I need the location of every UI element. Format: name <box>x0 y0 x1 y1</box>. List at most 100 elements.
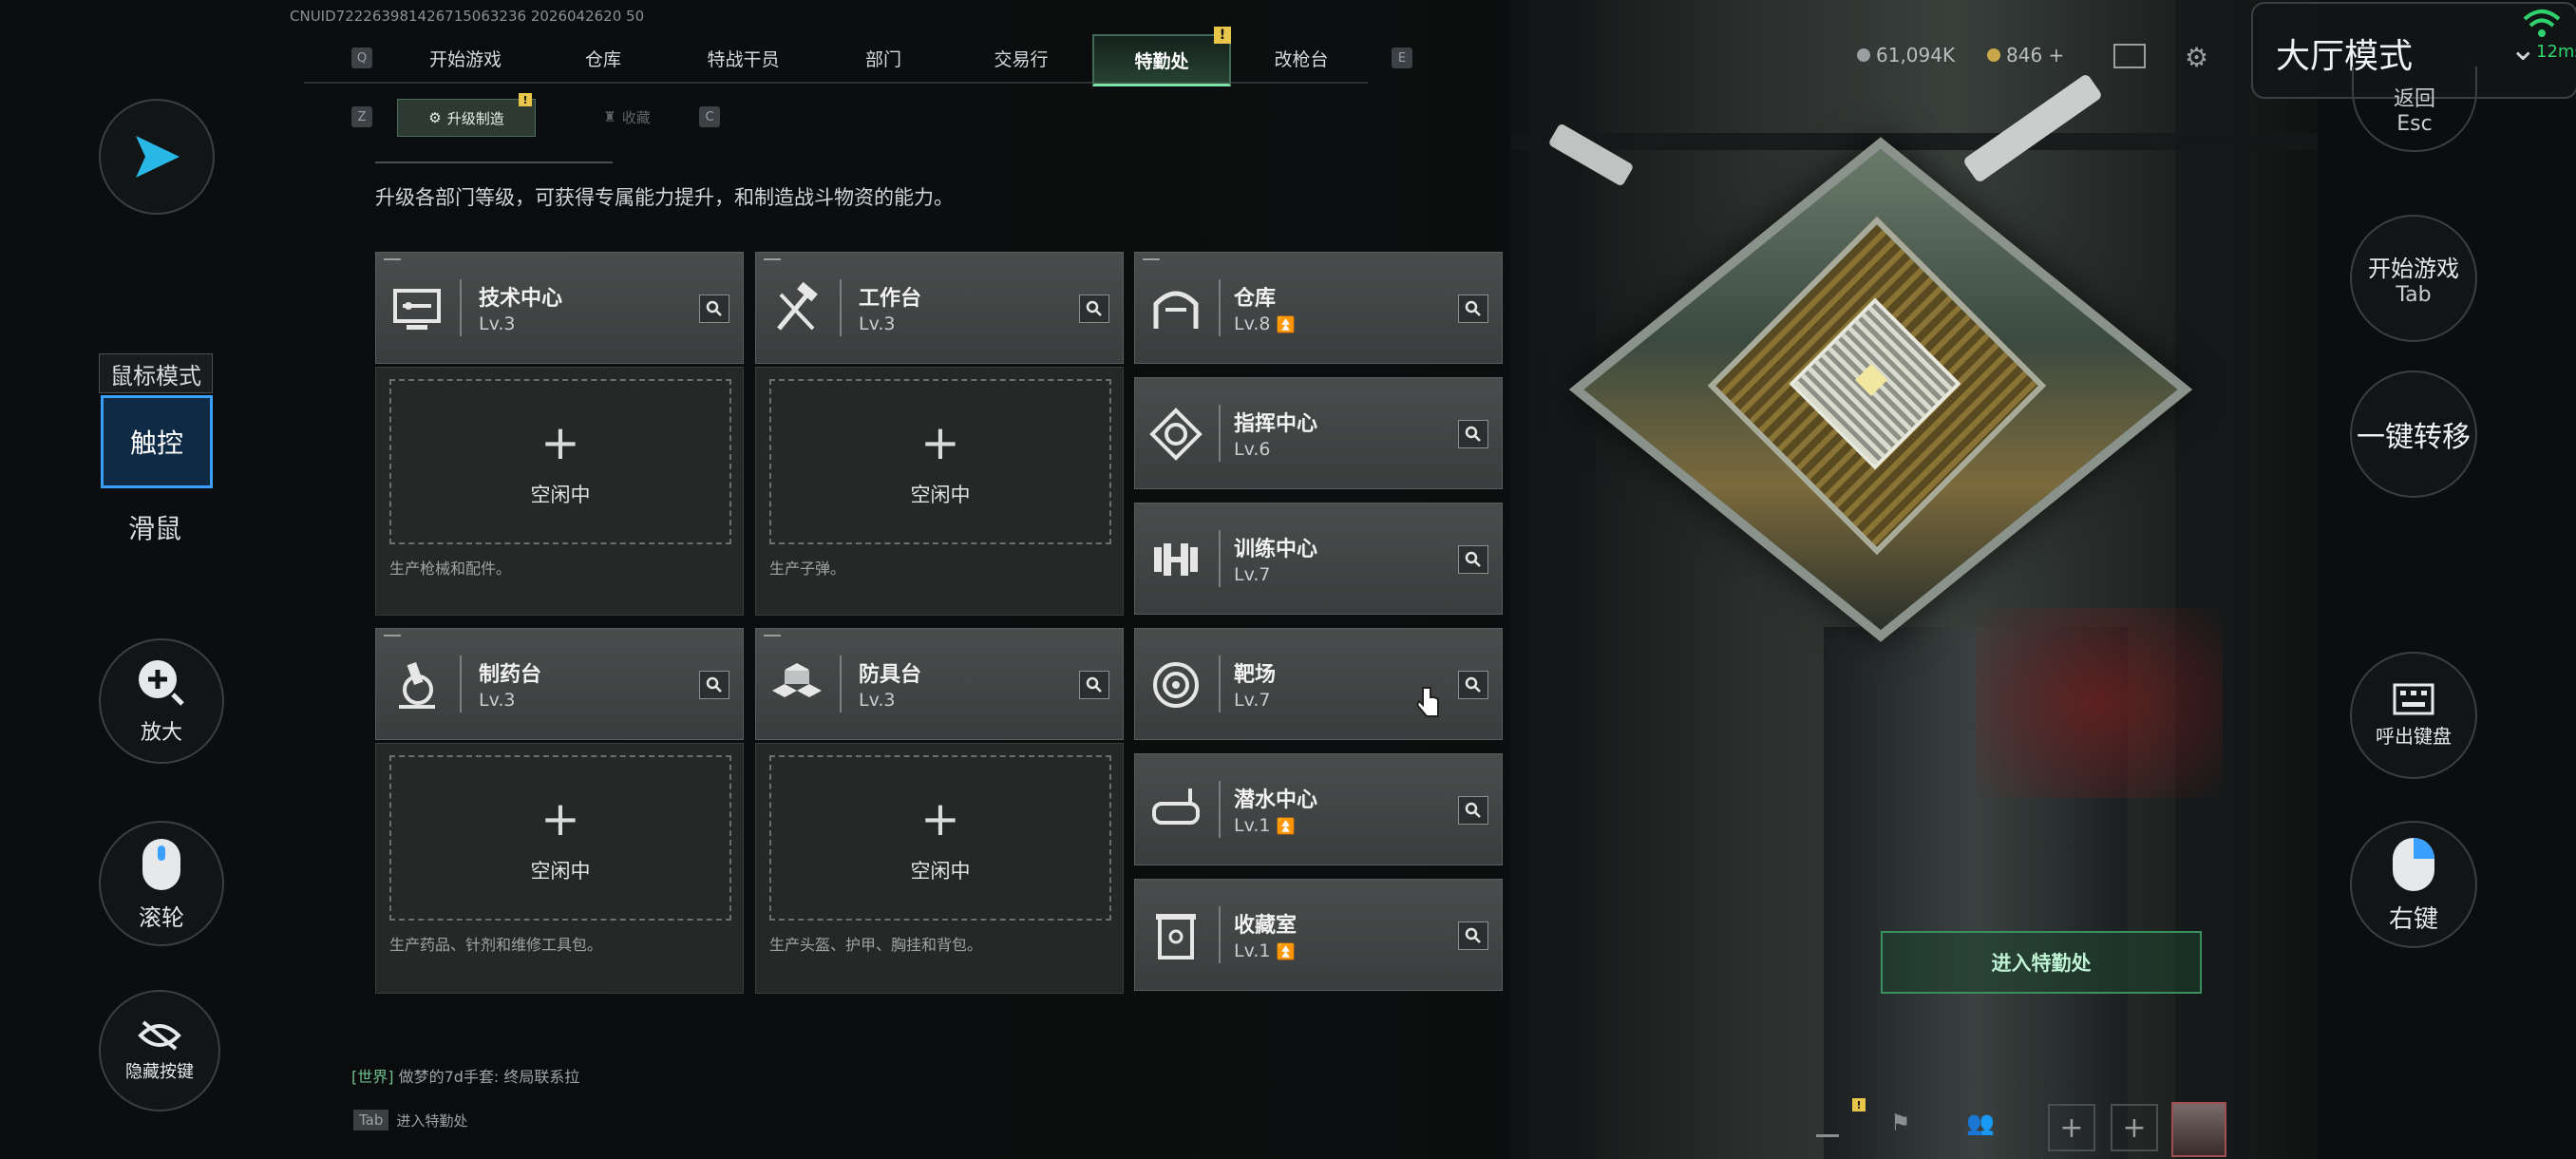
search-icon[interactable] <box>699 294 729 323</box>
touch-mode-button[interactable]: 触控 <box>101 395 213 488</box>
search-icon[interactable] <box>1458 294 1488 323</box>
bottom-hint[interactable]: Tab 进入特勤处 <box>353 1110 467 1130</box>
card-armor[interactable]: 防具台 Lv.3 <box>755 628 1124 740</box>
card-command-center[interactable]: 指挥中心 Lv.6 <box>1134 377 1503 489</box>
hide-keys-button[interactable]: 隐藏按键 <box>99 990 220 1112</box>
card-level: Lv.3 <box>479 690 516 711</box>
tab-operators[interactable]: 特战干员 <box>674 34 812 82</box>
tab-department[interactable]: 部门 <box>817 34 950 82</box>
tab-warehouse[interactable]: 仓库 <box>537 34 670 82</box>
search-icon[interactable] <box>1458 545 1488 574</box>
tab-special-ops[interactable]: 特勤处 <box>1092 34 1231 86</box>
card-name: 训练中心 <box>1234 538 1318 561</box>
search-icon[interactable] <box>1458 420 1488 448</box>
search-icon[interactable] <box>1458 671 1488 699</box>
zoom-label: 放大 <box>140 721 182 745</box>
gear-icon: ⚙ <box>428 109 442 126</box>
slot-description: 生产药品、针剂和维修工具包。 <box>389 936 603 954</box>
card-name: 制药台 <box>479 663 542 687</box>
slot-status: 空闲中 <box>910 860 971 883</box>
dumbbell-icon <box>1154 543 1198 576</box>
friends-icon[interactable]: 👥 <box>1966 1110 1995 1136</box>
card-workbench[interactable]: 工作台 Lv.3 <box>755 252 1124 364</box>
add-teammate-button[interactable]: + <box>2048 1104 2095 1151</box>
subtab-upgrade-label: 升级制造 <box>446 109 504 127</box>
tab-gunsmith[interactable]: 改枪台 <box>1235 34 1368 82</box>
enter-special-ops-button[interactable]: 进入特勤处 <box>1881 931 2202 994</box>
subtab-key-right: C <box>699 106 720 127</box>
search-icon[interactable] <box>1458 796 1488 825</box>
currency-gold[interactable]: 846 + <box>1987 44 2064 66</box>
mouse-mode-button[interactable]: 滑鼠 <box>99 504 211 551</box>
zoom-button[interactable]: 放大 <box>99 638 224 764</box>
back-button[interactable]: 返回 Esc <box>2352 66 2477 152</box>
card-name: 工作台 <box>859 287 922 311</box>
card-diving-center[interactable]: 潜水中心 Lv.1 ⏫ <box>1134 753 1503 865</box>
production-slot-workbench[interactable]: + 空闲中 生产子弹。 <box>755 367 1124 616</box>
slot-description: 生产子弹。 <box>769 560 846 578</box>
card-level: Lv.3 <box>479 314 516 334</box>
production-slot-pharmacy[interactable]: + 空闲中 生产药品、针剂和维修工具包。 <box>375 743 744 994</box>
settings-icon[interactable]: ⚙ <box>2185 42 2208 73</box>
card-name: 潜水中心 <box>1234 788 1318 812</box>
avatar[interactable] <box>2171 1102 2226 1157</box>
stats-icon[interactable] <box>1816 1112 1839 1137</box>
keyboard-icon <box>2393 683 2434 714</box>
cubes-icon <box>772 663 822 697</box>
scroll-wheel-button[interactable]: 滚轮 <box>99 821 224 946</box>
keyboard-button[interactable]: 呼出键盘 <box>2350 652 2477 779</box>
card-warehouse[interactable]: 仓库 Lv.8 ⏫ <box>1134 252 1503 364</box>
quick-transfer-button[interactable]: 一键转移 <box>2350 370 2477 498</box>
plus-icon: + <box>540 791 580 846</box>
right-click-button[interactable]: 右键 <box>2350 821 2477 948</box>
search-icon[interactable] <box>1079 671 1109 699</box>
search-icon[interactable] <box>699 671 729 699</box>
tab-market[interactable]: 交易行 <box>950 34 1092 82</box>
tab-key-left: Q <box>351 48 372 68</box>
warehouse-icon <box>1153 291 1199 329</box>
chat-line[interactable]: [世界] 做梦的7d手套: 终局联系拉 <box>351 1064 579 1087</box>
gold-icon <box>1987 48 2000 62</box>
back-key: Esc <box>2396 111 2433 136</box>
card-name: 防具台 <box>859 663 922 687</box>
production-slot-tech[interactable]: + 空闲中 生产枪械和配件。 <box>375 367 744 616</box>
plus-icon: + <box>920 415 960 470</box>
search-icon[interactable] <box>1079 294 1109 323</box>
ping-value: 12ms <box>2536 42 2576 62</box>
monitor-icon <box>393 289 441 330</box>
microscope-icon <box>399 661 435 709</box>
card-collection-room[interactable]: 收藏室 Lv.1 ⏫ <box>1134 879 1503 991</box>
zoom-in-icon <box>139 660 184 706</box>
eye-off-icon <box>138 1020 181 1051</box>
keyboard-label: 呼出键盘 <box>2376 724 2452 748</box>
card-level: Lv.7 <box>1234 564 1271 585</box>
uid-text: CNUID722263981426715063236 2026042620 50 <box>290 8 645 25</box>
slot-status: 空闲中 <box>530 484 591 506</box>
production-slot-armor[interactable]: + 空闲中 生产头盔、护甲、胸挂和背包。 <box>755 743 1124 994</box>
subtab-key-left: Z <box>351 106 372 127</box>
subtab-collect[interactable]: ♜ 收藏 <box>570 99 684 135</box>
card-level: Lv.1 ⏫ <box>1234 815 1296 836</box>
diving-mask-icon <box>1152 788 1200 825</box>
gold-value: 846 + <box>2006 44 2065 66</box>
hammer-wrench-icon <box>777 281 818 331</box>
tab-start-game[interactable]: 开始游戏 <box>399 34 532 82</box>
subtab-upgrade[interactable]: ⚙ 升级制造 <box>397 99 536 137</box>
bottom-hint-label: 进入特勤处 <box>396 1112 468 1130</box>
card-shooting-range[interactable]: 靶场 Lv.7 <box>1134 628 1503 740</box>
card-tech-center[interactable]: 技术中心 Lv.3 <box>375 252 744 364</box>
search-icon[interactable] <box>1458 922 1488 950</box>
upgrade-arrow-icon: ⏫ <box>1276 817 1296 835</box>
card-level: Lv.6 <box>1234 439 1271 460</box>
slot-status: 空闲中 <box>910 484 971 506</box>
red-glow <box>1976 608 2223 798</box>
card-pharmacy[interactable]: 制药台 Lv.3 <box>375 628 744 740</box>
wheel-label: 滚轮 <box>139 903 184 931</box>
mail-icon[interactable] <box>2113 44 2146 68</box>
start-game-button[interactable]: 开始游戏 Tab <box>2350 215 2477 342</box>
flag-icon[interactable]: ⚑ <box>1890 1110 1911 1136</box>
app-logo-button[interactable] <box>99 99 215 215</box>
card-name: 靶场 <box>1234 663 1277 687</box>
add-teammate-button[interactable]: + <box>2111 1104 2158 1151</box>
card-training-center[interactable]: 训练中心 Lv.7 <box>1134 503 1503 615</box>
